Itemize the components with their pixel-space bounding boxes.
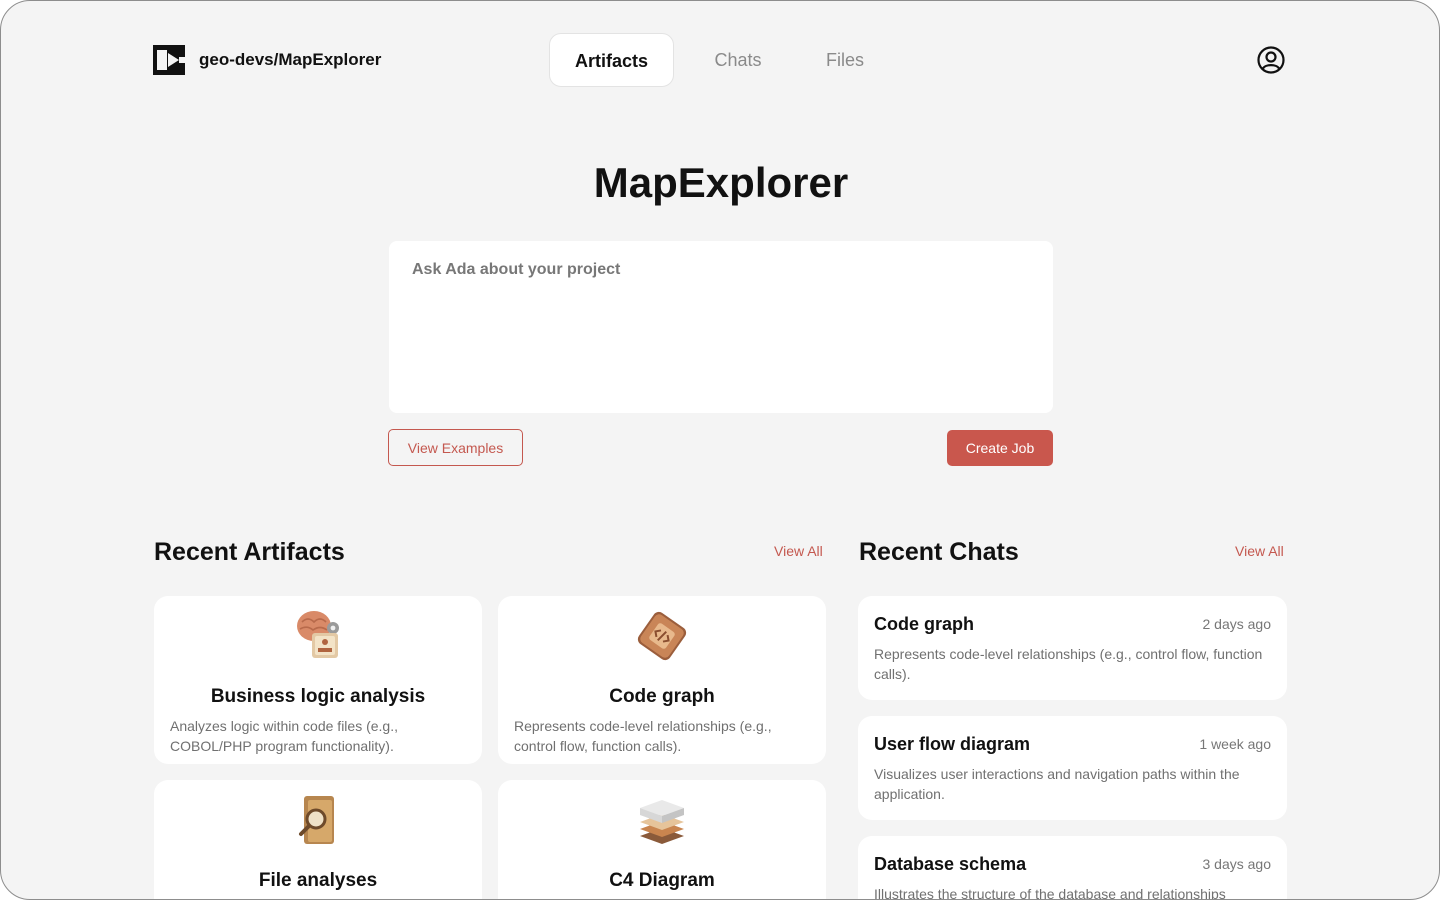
ask-ada-input[interactable] bbox=[389, 241, 1053, 413]
tab-files[interactable]: Files bbox=[796, 33, 894, 87]
view-examples-button[interactable]: View Examples bbox=[388, 429, 523, 466]
chat-title: User flow diagram bbox=[874, 734, 1031, 754]
artifact-card-code-graph[interactable]: Code graph Represents code-level relatio… bbox=[498, 596, 826, 764]
folder-magnifier-icon bbox=[299, 796, 334, 844]
tab-chats[interactable]: Chats bbox=[690, 33, 786, 87]
chat-description: Represents code-level relationships (e.g… bbox=[874, 646, 1263, 682]
recent-artifacts-heading: Recent Artifacts bbox=[154, 538, 345, 566]
chat-description: Illustrates the structure of the databas… bbox=[874, 886, 1226, 900]
create-job-button[interactable]: Create Job bbox=[947, 430, 1053, 466]
artifact-card-business-logic[interactable]: Business logic analysis Analyzes logic w… bbox=[154, 596, 482, 764]
artifact-title: File analyses bbox=[258, 870, 378, 891]
chat-timestamp: 3 days ago bbox=[1202, 856, 1272, 872]
code-chip-icon bbox=[637, 611, 687, 661]
chat-item-code-graph[interactable]: Code graph 2 days ago Represents code-le… bbox=[858, 596, 1287, 700]
chat-title: Database schema bbox=[874, 854, 1027, 874]
artifact-description: Analyzes logic within code files (e.g., … bbox=[170, 718, 398, 754]
chat-item-database-schema[interactable]: Database schema 3 days ago Illustrates t… bbox=[858, 836, 1287, 900]
tab-artifacts[interactable]: Artifacts bbox=[549, 33, 674, 87]
user-circle-icon[interactable] bbox=[1256, 45, 1286, 75]
chat-timestamp: 2 days ago bbox=[1202, 616, 1272, 632]
chats-view-all-link[interactable]: View All bbox=[1235, 543, 1284, 559]
main-tabs: Artifacts Chats Files bbox=[549, 33, 894, 87]
chat-timestamp: 1 week ago bbox=[1199, 736, 1271, 752]
artifacts-view-all-link[interactable]: View All bbox=[774, 543, 823, 559]
chat-item-user-flow[interactable]: User flow diagram 1 week ago Visualizes … bbox=[858, 716, 1287, 820]
artifact-title: Code graph bbox=[609, 686, 715, 707]
chat-title: Code graph bbox=[874, 614, 975, 634]
artifact-card-c4-diagram[interactable]: C4 Diagram bbox=[498, 780, 826, 899]
artifact-title: Business logic analysis bbox=[210, 686, 426, 707]
chat-description: Visualizes user interactions and navigat… bbox=[874, 766, 1240, 802]
repo-name[interactable]: geo-devs/MapExplorer bbox=[199, 50, 381, 70]
brand-logo-icon[interactable] bbox=[153, 45, 185, 75]
recent-chats-heading: Recent Chats bbox=[859, 538, 1019, 566]
artifact-card-file-analyses[interactable]: File analyses bbox=[154, 780, 482, 899]
brain-gear-icon bbox=[297, 611, 339, 658]
page-title: MapExplorer bbox=[593, 159, 849, 206]
artifact-title: C4 Diagram bbox=[609, 870, 715, 891]
layers-stack-icon bbox=[640, 800, 684, 844]
app-window: geo-devs/MapExplorer Artifacts Chats Fil… bbox=[0, 0, 1440, 900]
artifact-description: Represents code-level relationships (e.g… bbox=[514, 718, 772, 754]
